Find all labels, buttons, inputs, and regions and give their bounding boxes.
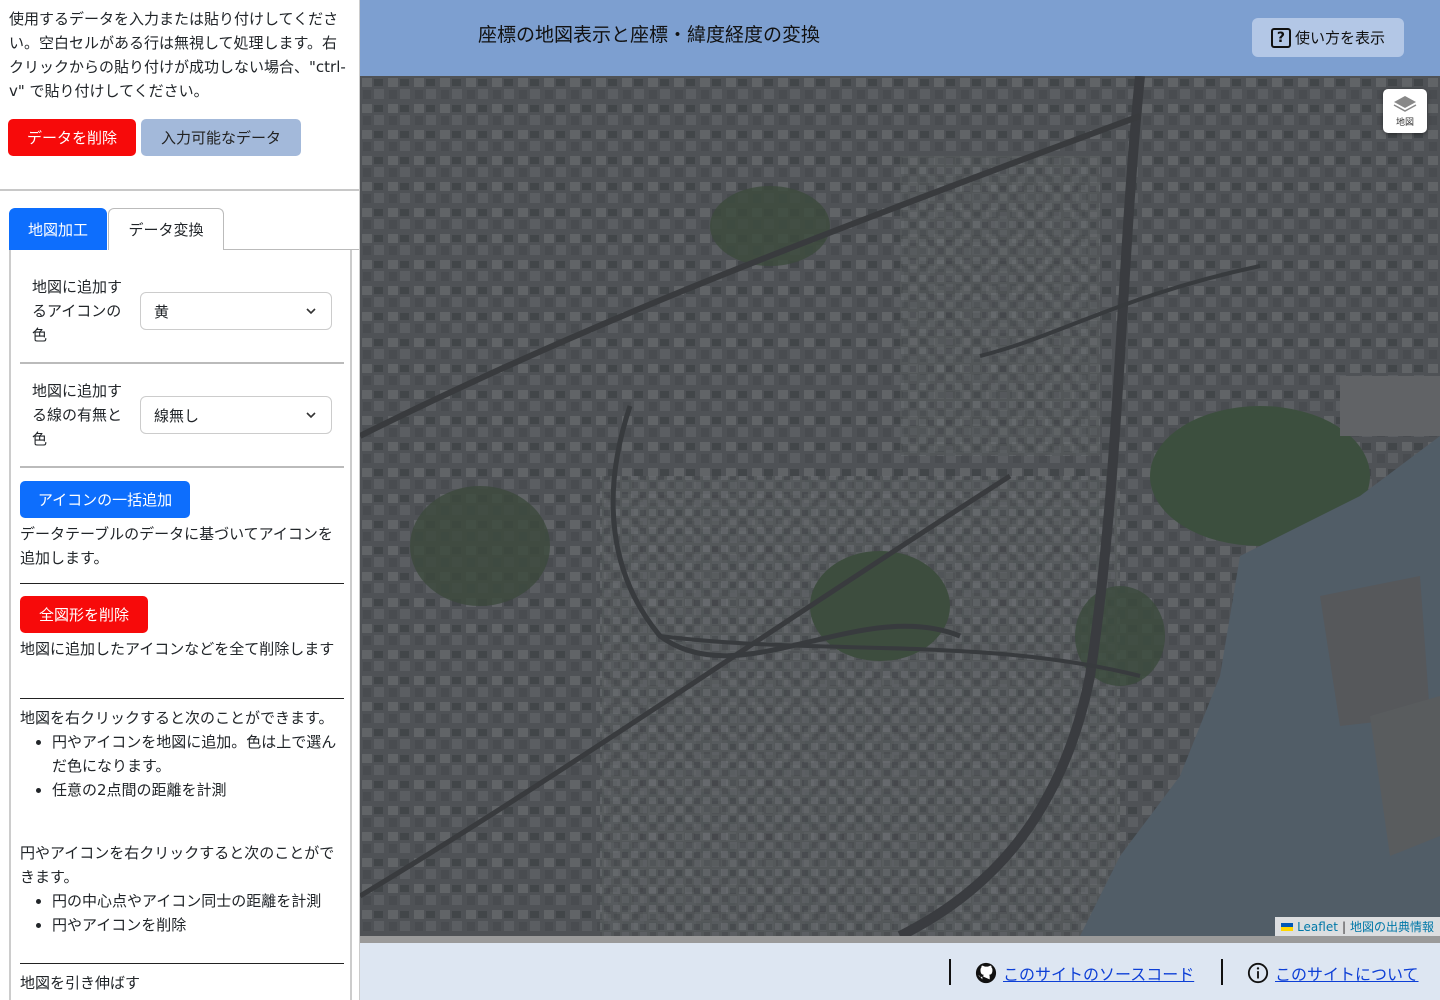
divider (20, 963, 344, 964)
map-right-click-list: 円やアイコンを地図に追加。色は上で選んだ色になります。 任意の2点間の距離を計測 (52, 730, 346, 802)
source-code-label: このサイトのソースコード (1003, 965, 1195, 984)
shape-right-click-help: 円やアイコンを右クリックすると次のことができます。 円の中心点やアイコン同士の距… (20, 841, 346, 937)
divider (20, 466, 344, 468)
page-title: 座標の地図表示と座標・緯度経度の変換 (478, 24, 821, 46)
bulk-add-description: データテーブルのデータに基づいてアイコンを追加します。 (20, 525, 333, 567)
intro-text: 使用するデータを入力または貼り付けしてください。空白セルがある行は無視して処理し… (9, 10, 346, 100)
list-item: 円やアイコンを地図に追加。色は上で選んだ色になります。 (52, 730, 346, 778)
icon-color-select[interactable]: 黄 (140, 292, 332, 330)
list-item: 円の中心点やアイコン同士の距離を計測 (52, 889, 346, 913)
about-site-link[interactable]: このサイトについて (1247, 961, 1419, 985)
attribution-separator: | (1341, 919, 1346, 934)
stretch-map-label: 地図を引き伸ばす (20, 974, 141, 992)
layer-switcher-button[interactable]: 地図 (1383, 89, 1427, 133)
list-item: 任意の2点間の距離を計測 (52, 778, 346, 802)
divider (20, 583, 344, 584)
map-resize-handle[interactable] (360, 936, 1440, 943)
show-help-button[interactable]: ? 使い方を表示 (1252, 18, 1404, 57)
available-data-button[interactable]: 入力可能なデータ (141, 119, 301, 156)
delete-all-description: 地図に追加したアイコンなどを全て削除します (20, 640, 335, 658)
map-right-click-help: 地図を右クリックすると次のことができます。 円やアイコンを地図に追加。色は上で選… (20, 706, 346, 802)
divider (20, 362, 344, 364)
leaflet-link[interactable]: Leaflet (1297, 920, 1338, 934)
show-help-label: 使い方を表示 (1294, 29, 1385, 47)
satellite-imagery (360, 76, 1440, 936)
divider (20, 698, 344, 699)
info-icon (1247, 962, 1269, 984)
map-right-click-intro: 地図を右クリックすると次のことができます。 (20, 709, 334, 727)
layers-icon (1393, 96, 1417, 112)
about-site-label: このサイトについて (1275, 965, 1419, 984)
list-item: 円やアイコンを削除 (52, 913, 346, 937)
icon-color-label: 地図に追加するアイコンの色 (32, 278, 123, 344)
divider (0, 189, 359, 191)
tab-map-editing[interactable]: 地図加工 (9, 208, 107, 250)
source-code-link[interactable]: このサイトのソースコード (975, 961, 1194, 985)
line-color-select[interactable]: 線無し (140, 396, 332, 434)
shape-right-click-list: 円の中心点やアイコン同士の距離を計測 円やアイコンを削除 (52, 889, 346, 937)
footer: このサイトのソースコード このサイトについて (360, 943, 1440, 1000)
line-color-label: 地図に追加する線の有無と色 (32, 382, 123, 448)
map-editing-panel: 地図に追加するアイコンの色 黄 地図に追加する線の有無と色 線無し アイコンの一… (9, 250, 352, 1000)
github-icon (975, 962, 997, 984)
chevron-down-icon (306, 412, 316, 419)
ukraine-flag-icon (1281, 922, 1294, 931)
delete-all-shapes-button[interactable]: 全図形を削除 (20, 596, 148, 633)
app-header: 座標の地図表示と座標・緯度経度の変換 ? 使い方を表示 (360, 0, 1440, 76)
line-color-value: 線無し (154, 406, 200, 425)
chevron-down-icon (306, 308, 316, 315)
icon-color-value: 黄 (154, 302, 170, 321)
question-icon: ? (1270, 27, 1291, 48)
shape-right-click-intro: 円やアイコンを右クリックすると次のことができます。 (20, 844, 335, 886)
map-attribution: Leaflet | 地図の出典情報 (1275, 917, 1440, 936)
footer-separator (949, 959, 951, 985)
sidebar: 使用するデータを入力または貼り付けしてください。空白セルがある行は無視して処理し… (0, 0, 360, 1000)
map-source-link[interactable]: 地図の出典情報 (1350, 918, 1434, 935)
map-view[interactable]: 地図 Leaflet | 地図の出典情報 (360, 76, 1440, 936)
delete-data-button[interactable]: データを削除 (8, 119, 136, 156)
layer-switcher-label: 地図 (1395, 118, 1414, 128)
bulk-add-icons-button[interactable]: アイコンの一括追加 (20, 481, 190, 518)
footer-separator (1221, 959, 1223, 985)
tab-data-conversion[interactable]: データ変換 (108, 208, 224, 250)
